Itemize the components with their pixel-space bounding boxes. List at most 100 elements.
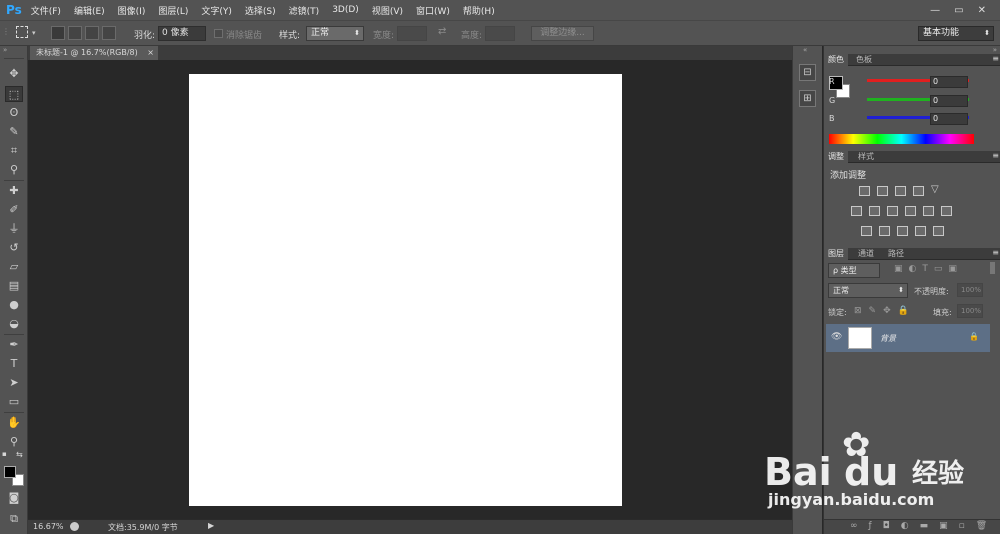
style-select[interactable]: 正常 ⬍ xyxy=(306,26,364,41)
invert-icon[interactable] xyxy=(861,226,872,236)
curves-icon[interactable] xyxy=(895,186,906,196)
add-selection-icon[interactable] xyxy=(68,26,82,40)
panel-menu-icon[interactable]: ≡ xyxy=(992,248,999,257)
posterize-icon[interactable] xyxy=(879,226,890,236)
photo-filter-icon[interactable] xyxy=(905,206,916,216)
status-menu-arrow-icon[interactable]: ▶ xyxy=(208,521,214,530)
refine-edge-button[interactable]: 调整边缘... xyxy=(531,26,594,41)
blend-mode-select[interactable]: 正常 ⬍ xyxy=(828,283,908,298)
antialias-checkbox[interactable] xyxy=(214,29,223,38)
zoom-tool-icon[interactable]: ⚲ xyxy=(5,434,23,450)
feather-input[interactable]: 0 像素 xyxy=(158,26,206,41)
properties-panel-icon[interactable]: ⊞ xyxy=(799,90,816,107)
blue-value-input[interactable]: 0 xyxy=(930,113,968,125)
close-button[interactable]: ✕ xyxy=(978,5,986,16)
menu-select[interactable]: 选择(S) xyxy=(245,4,276,17)
menu-type[interactable]: 文字(Y) xyxy=(201,4,232,17)
new-selection-icon[interactable] xyxy=(51,26,65,40)
filter-icons[interactable]: ▣◐T▭▣ xyxy=(894,264,963,274)
blur-tool-icon[interactable]: ● xyxy=(5,297,23,313)
share-icon[interactable] xyxy=(70,522,79,531)
lasso-tool-icon[interactable]: ʘ xyxy=(5,105,23,121)
color-lookup-icon[interactable] xyxy=(941,206,952,216)
menu-view[interactable]: 视图(V) xyxy=(372,4,403,17)
gradient-map-icon[interactable] xyxy=(933,226,944,236)
crop-tool-icon[interactable]: ⌗ xyxy=(5,143,23,159)
width-input[interactable] xyxy=(397,26,427,41)
history-brush-tool-icon[interactable]: ↺ xyxy=(5,240,23,256)
collapse-panels-icon[interactable]: » xyxy=(993,46,997,54)
expand-dock-icon[interactable]: « xyxy=(803,46,807,54)
foreground-color-swatch[interactable] xyxy=(4,466,16,478)
eraser-tool-icon[interactable]: ▱ xyxy=(5,259,23,275)
swap-colors-icon[interactable]: ⇆ xyxy=(16,450,23,459)
exposure-icon[interactable] xyxy=(913,186,924,196)
zoom-level[interactable]: 16.67% xyxy=(33,522,64,531)
red-value-input[interactable]: 0 xyxy=(930,76,968,88)
channel-mixer-icon[interactable] xyxy=(923,206,934,216)
menu-image[interactable]: 图像(I) xyxy=(118,4,146,17)
collapse-icon[interactable]: » xyxy=(3,46,7,54)
layer-name[interactable]: 背景 xyxy=(880,333,896,344)
healing-brush-tool-icon[interactable]: ✚ xyxy=(5,183,23,199)
screen-mode-icon[interactable]: ⧉ xyxy=(5,511,23,527)
layer-actions-icons[interactable]: ∞ƒ◘◐▬▣▫🗑 xyxy=(850,521,998,531)
history-panel-icon[interactable]: ⊟ xyxy=(799,64,816,81)
height-input[interactable] xyxy=(485,26,515,41)
minimize-button[interactable]: — xyxy=(930,5,940,16)
tab-paths[interactable]: 路径 xyxy=(884,248,908,260)
brightness-contrast-icon[interactable] xyxy=(859,186,870,196)
opacity-input[interactable]: 100% xyxy=(957,283,983,297)
dodge-tool-icon[interactable]: ◒ xyxy=(5,316,23,332)
tab-layers[interactable]: 图层 xyxy=(824,248,848,260)
move-tool-icon[interactable]: ✥ xyxy=(5,66,23,82)
default-colors-icon[interactable]: ▪ xyxy=(2,450,7,458)
tab-swatches[interactable]: 色板 xyxy=(852,54,876,66)
black-white-icon[interactable] xyxy=(887,206,898,216)
intersect-selection-icon[interactable] xyxy=(102,26,116,40)
tab-color[interactable]: 颜色 xyxy=(824,54,848,66)
hand-tool-icon[interactable]: ✋ xyxy=(5,415,23,431)
restore-button[interactable]: ▭ xyxy=(954,5,963,16)
marquee-preset-icon[interactable] xyxy=(16,26,28,38)
document-tab[interactable]: 未标题-1 @ 16.7%(RGB/8) × xyxy=(30,46,158,60)
panel-menu-icon[interactable]: ≡ xyxy=(992,151,999,160)
type-tool-icon[interactable]: T xyxy=(5,356,23,372)
filter-toggle[interactable] xyxy=(990,262,995,274)
menu-file[interactable]: 文件(F) xyxy=(31,4,61,17)
tab-styles[interactable]: 样式 xyxy=(854,151,878,163)
close-tab-icon[interactable]: × xyxy=(147,46,154,60)
quick-mask-icon[interactable]: ◙ xyxy=(5,490,23,506)
eyedropper-tool-icon[interactable]: ⚲ xyxy=(5,162,23,178)
menu-3d[interactable]: 3D(D) xyxy=(332,5,359,15)
menu-help[interactable]: 帮助(H) xyxy=(463,4,495,17)
threshold-icon[interactable] xyxy=(897,226,908,236)
color-balance-icon[interactable] xyxy=(869,206,880,216)
fill-input[interactable]: 100% xyxy=(957,304,983,318)
layer-row[interactable]: 👁 背景 🔒 xyxy=(826,324,990,352)
selective-color-icon[interactable] xyxy=(915,226,926,236)
panel-menu-icon[interactable]: ≡ xyxy=(992,54,999,63)
swap-icon[interactable]: ⇄ xyxy=(438,26,446,37)
hue-saturation-icon[interactable] xyxy=(851,206,862,216)
lock-icons[interactable]: ⊠✎✥🔒 xyxy=(854,306,916,316)
tab-channels[interactable]: 通道 xyxy=(854,248,878,260)
eye-icon[interactable]: 👁 xyxy=(831,332,842,342)
levels-icon[interactable] xyxy=(877,186,888,196)
tab-adjustments[interactable]: 调整 xyxy=(824,151,848,163)
green-value-input[interactable]: 0 xyxy=(930,95,968,107)
chevron-down-icon[interactable]: ▾ xyxy=(32,29,36,37)
menu-layer[interactable]: 图层(L) xyxy=(158,4,188,17)
vibrance-icon[interactable]: ▽ xyxy=(931,185,942,196)
marquee-tool-icon[interactable]: ⬚ xyxy=(5,86,23,102)
gradient-tool-icon[interactable]: ▤ xyxy=(5,278,23,294)
menu-window[interactable]: 窗口(W) xyxy=(416,4,450,17)
path-select-tool-icon[interactable]: ➤ xyxy=(5,375,23,391)
clone-stamp-tool-icon[interactable]: ⏚ xyxy=(5,221,23,237)
color-spectrum-ramp[interactable] xyxy=(829,134,974,144)
quick-select-tool-icon[interactable]: ✎ xyxy=(5,124,23,140)
menu-filter[interactable]: 滤镜(T) xyxy=(289,4,320,17)
subtract-selection-icon[interactable] xyxy=(85,26,99,40)
layer-filter-select[interactable]: ρ 类型 xyxy=(828,263,880,278)
brush-tool-icon[interactable]: ✐ xyxy=(5,202,23,218)
